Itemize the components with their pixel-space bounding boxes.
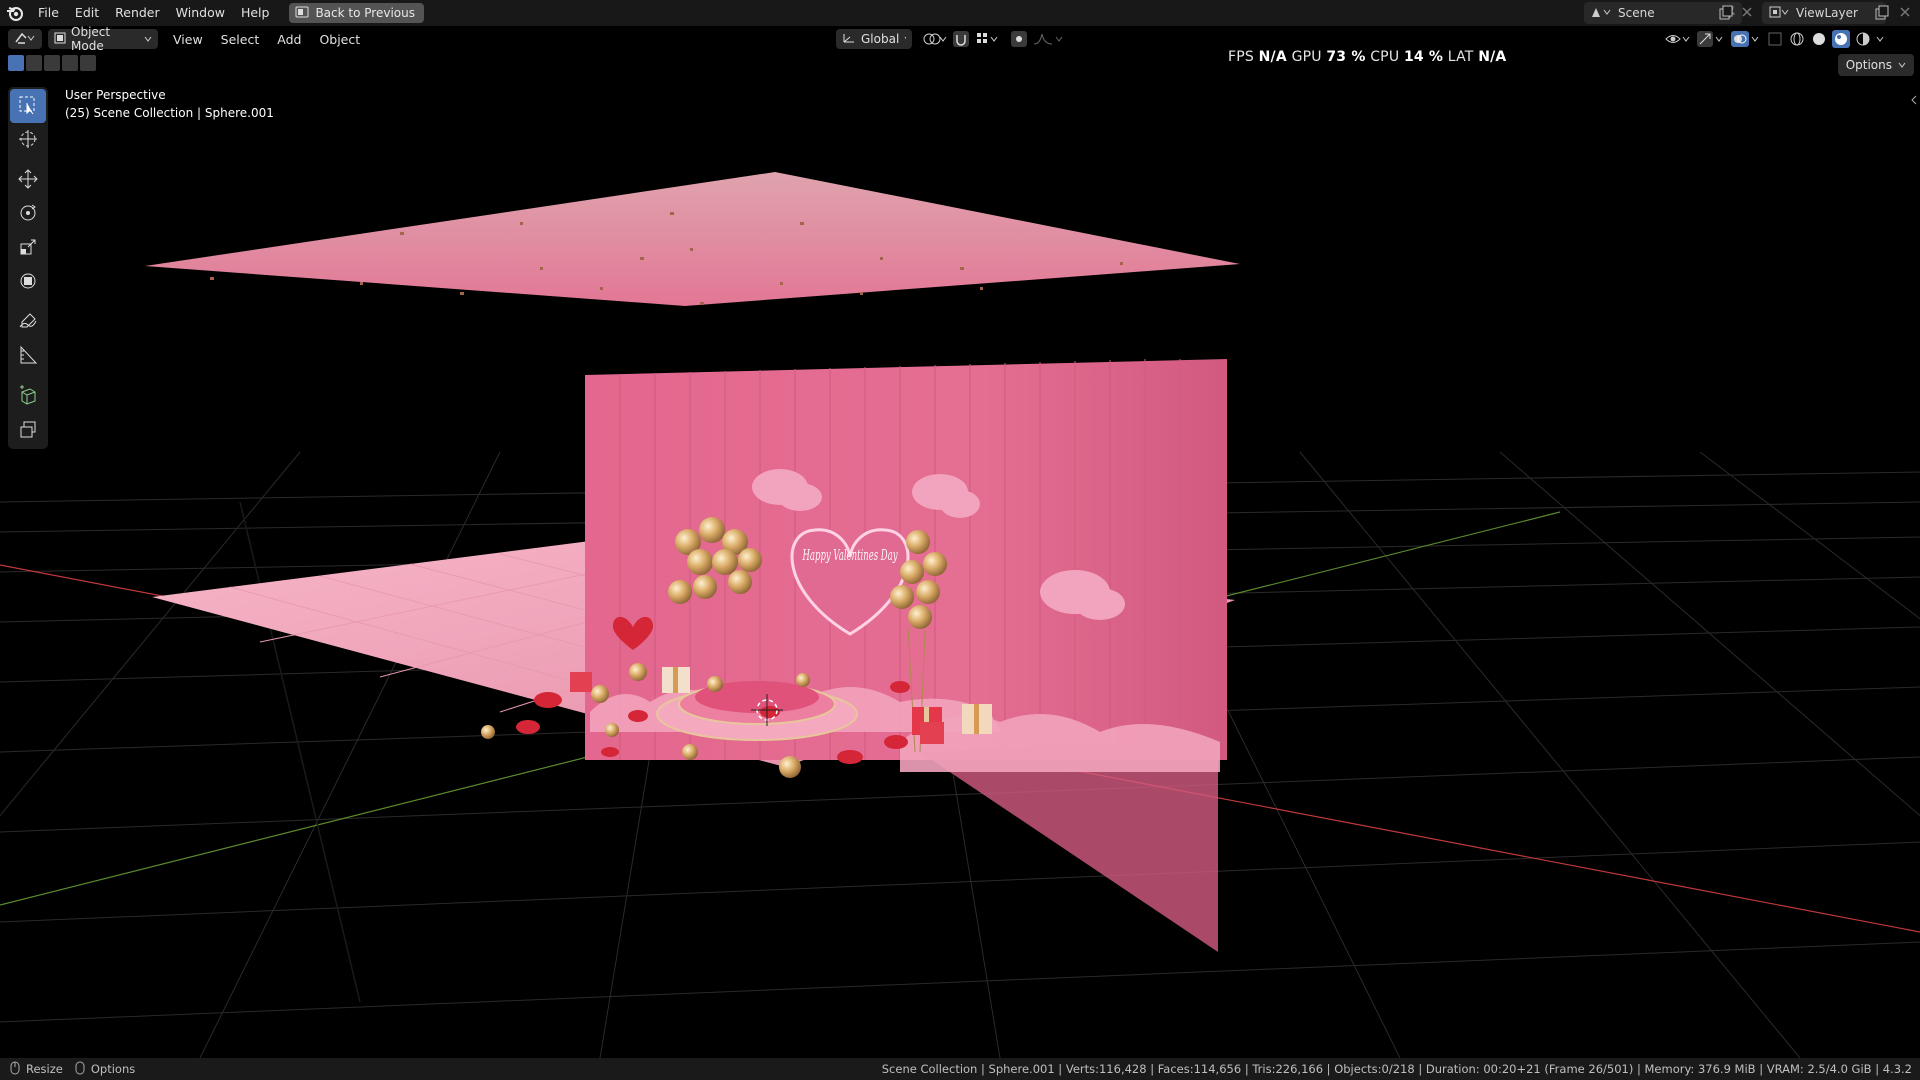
- scale-tool[interactable]: [10, 231, 46, 265]
- back-to-previous-label: Back to Previous: [315, 6, 415, 20]
- snap-icon[interactable]: [952, 30, 970, 51]
- overlay-icon[interactable]: [1730, 30, 1762, 51]
- orientation-icon: [842, 32, 856, 47]
- add-cube-tool[interactable]: [10, 379, 46, 413]
- pivot-icon[interactable]: [920, 30, 948, 51]
- shading-options-icon[interactable]: [1876, 30, 1886, 51]
- transform-icon: [18, 271, 38, 294]
- cursor-icon: [18, 129, 38, 152]
- scene-icon: [1590, 5, 1612, 22]
- object-mode-icon: [54, 32, 66, 47]
- rotate-tool[interactable]: [10, 197, 46, 231]
- select-extend-icon[interactable]: [26, 55, 42, 71]
- scene-statistics: Scene Collection | Sphere.001 | Verts:11…: [881, 1062, 1912, 1076]
- add-cube-icon: [18, 384, 38, 408]
- annotate-tool[interactable]: [10, 305, 46, 339]
- close-icon[interactable]: [1898, 5, 1912, 22]
- viewport-canvas[interactable]: Happy Valentines Day: [0, 52, 1920, 1058]
- transform-tool[interactable]: [10, 265, 46, 299]
- mouse-icon: [73, 1061, 87, 1078]
- menu-help[interactable]: Help: [233, 2, 278, 24]
- extrude-tool[interactable]: [10, 413, 46, 447]
- top-menu-bar: File Edit Render Window Help Back to Pre…: [0, 0, 1920, 26]
- menu-window[interactable]: Window: [168, 2, 233, 24]
- tool-shelf: [8, 87, 48, 449]
- status-options-hint: Options: [90, 1062, 136, 1076]
- select-new-icon[interactable]: [8, 55, 24, 71]
- select-intersect-icon[interactable]: [80, 55, 96, 71]
- active-collection-label: (25) Scene Collection | Sphere.001: [65, 106, 274, 120]
- move-tool[interactable]: [10, 163, 46, 197]
- gizmo-icon[interactable]: [1696, 30, 1726, 51]
- header-menu-object[interactable]: Object: [310, 32, 369, 47]
- select-box-icon: [18, 95, 38, 118]
- select-invert-icon[interactable]: [62, 55, 78, 71]
- blender-logo-icon[interactable]: [0, 0, 30, 26]
- rotate-icon: [18, 203, 38, 226]
- header-menu-view[interactable]: View: [164, 32, 212, 47]
- viewlayer-name: ViewLayer: [1796, 6, 1858, 20]
- menu-edit[interactable]: Edit: [67, 2, 107, 24]
- cursor-tool[interactable]: [10, 123, 46, 157]
- menu-render[interactable]: Render: [107, 2, 168, 24]
- annotate-icon: [18, 311, 38, 334]
- copy-icon[interactable]: [1718, 5, 1734, 24]
- select-subtract-icon[interactable]: [44, 55, 60, 71]
- copy-icon[interactable]: [1874, 5, 1890, 24]
- viewport-options-button[interactable]: Options: [1837, 54, 1914, 76]
- move-icon: [18, 168, 38, 192]
- viewport-info: User Perspective (25) Scene Collection |…: [65, 86, 274, 122]
- status-bar: Resize Options Scene Collection | Sphere…: [0, 1058, 1920, 1080]
- perspective-label: User Perspective: [65, 88, 166, 102]
- xray-icon[interactable]: [1766, 30, 1784, 51]
- material-shading-icon[interactable]: [1832, 30, 1850, 51]
- select-mode-buttons: [8, 55, 96, 71]
- editor-type-icon: [14, 31, 36, 48]
- orientation-dropdown[interactable]: Global: [836, 29, 912, 49]
- scene-name: Scene: [1618, 6, 1655, 20]
- status-resize-hint: Resize: [26, 1062, 63, 1076]
- mode-dropdown[interactable]: Object Mode: [48, 25, 158, 53]
- visibility-icon[interactable]: [1664, 30, 1692, 51]
- mode-label: Object Mode: [71, 25, 111, 53]
- neon-text: Happy Valentines Day: [802, 546, 898, 564]
- close-icon[interactable]: [1740, 5, 1754, 22]
- extrude-icon: [18, 419, 38, 442]
- mouse-icon: [8, 1061, 22, 1078]
- menu-file[interactable]: File: [30, 2, 67, 24]
- viewport-header: Object Mode View Select Add Object Globa…: [0, 25, 1920, 65]
- falloff-icon[interactable]: [1032, 30, 1064, 51]
- measure-icon: [18, 345, 38, 368]
- viewlayer-icon: [1768, 5, 1790, 22]
- select-box-tool[interactable]: [10, 89, 46, 123]
- header-menu-select[interactable]: Select: [212, 32, 269, 47]
- ceiling-plane: [145, 172, 1240, 306]
- proportional-icon[interactable]: [1010, 30, 1028, 51]
- snap-target-icon[interactable]: [974, 30, 1000, 51]
- viewlayer-selector[interactable]: ViewLayer: [1762, 2, 1886, 24]
- scale-icon: [18, 237, 38, 260]
- wireframe-shading-icon[interactable]: [1788, 30, 1806, 51]
- orientation-label: Global: [861, 32, 900, 46]
- back-icon: [295, 6, 309, 21]
- options-label: Options: [1845, 58, 1892, 72]
- header-menu-add[interactable]: Add: [268, 32, 310, 47]
- rendered-shading-icon[interactable]: [1854, 30, 1872, 51]
- measure-tool[interactable]: [10, 339, 46, 373]
- solid-shading-icon[interactable]: [1810, 30, 1828, 51]
- sidebar-toggle-icon[interactable]: [1910, 94, 1918, 109]
- editor-type-dropdown[interactable]: [8, 29, 42, 49]
- back-to-previous-button[interactable]: Back to Previous: [289, 3, 424, 23]
